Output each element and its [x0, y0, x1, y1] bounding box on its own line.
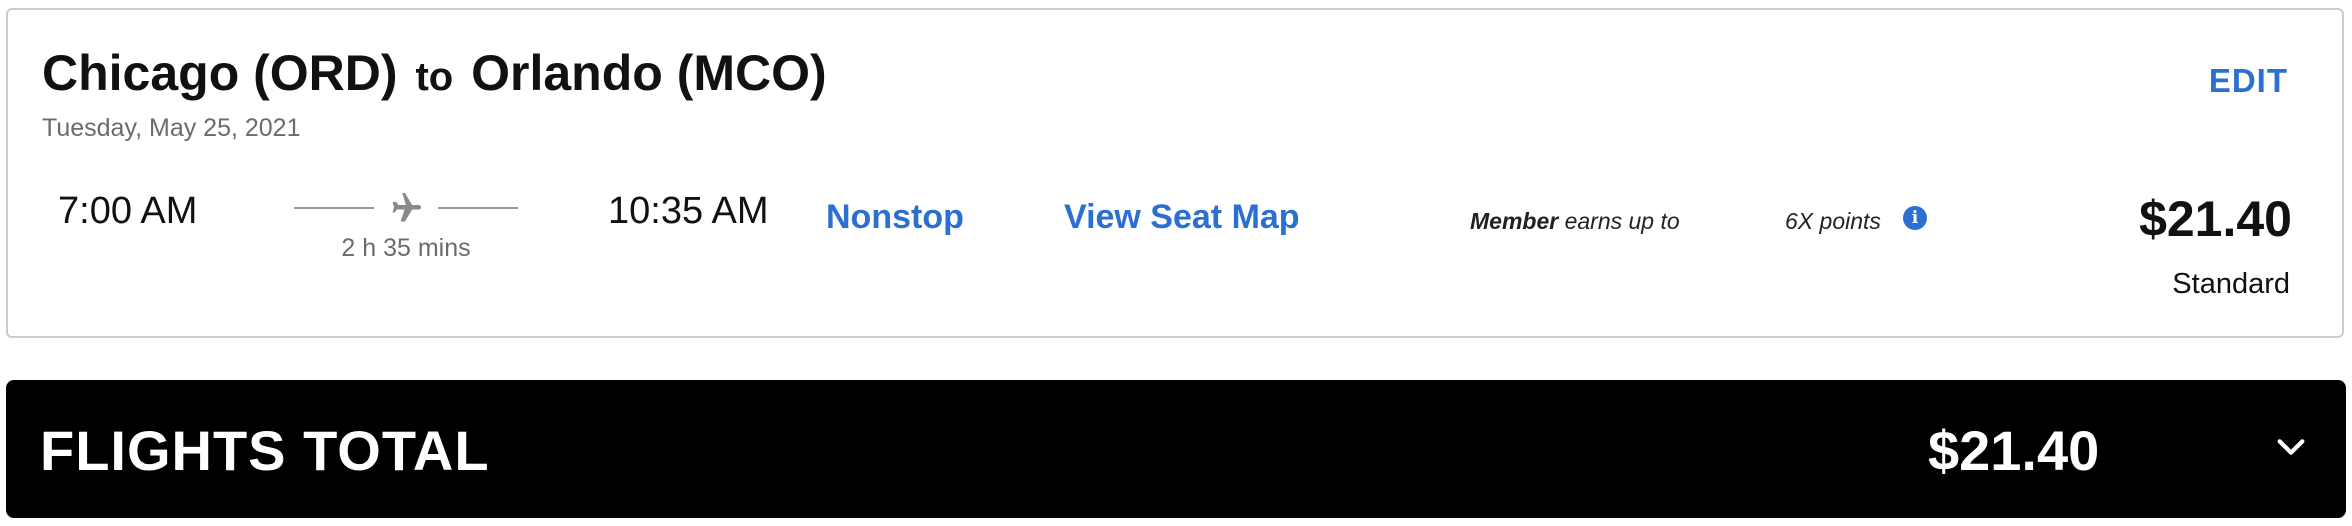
flights-total-price: $21.40	[1928, 419, 2100, 482]
arrival-time: 10:35 AM	[608, 190, 769, 232]
duration-line-left	[294, 207, 374, 209]
flight-duration: 2 h 35 mins	[341, 234, 471, 262]
member-earnings-text: Member earns up to	[1470, 208, 1680, 235]
airplane-icon	[392, 193, 421, 222]
departure-time: 7:00 AM	[58, 190, 198, 232]
destination-city: Orlando (MCO)	[471, 45, 827, 101]
info-icon[interactable]: i	[1903, 206, 1927, 230]
member-earns-label: earns up to	[1558, 208, 1680, 234]
route-connector: to	[415, 55, 454, 99]
nonstop-link[interactable]: Nonstop	[826, 198, 964, 237]
edit-button[interactable]: EDIT	[2209, 62, 2288, 100]
flight-card: Chicago (ORD) to Orlando (MCO) Tuesday, …	[6, 8, 2344, 338]
points-label: 6X points	[1785, 208, 1881, 234]
flights-total-label: FLIGHTS TOTAL	[40, 419, 490, 482]
flight-date: Tuesday, May 25, 2021	[42, 114, 301, 142]
flights-total-bar[interactable]: FLIGHTS TOTAL $21.40	[6, 380, 2346, 518]
route-title: Chicago (ORD) to Orlando (MCO)	[42, 48, 827, 98]
fare-class: Standard	[2172, 268, 2290, 300]
member-label: Member	[1470, 208, 1559, 234]
duration-line-right	[438, 207, 518, 209]
view-seat-map-link[interactable]: View Seat Map	[1064, 198, 1300, 237]
page: Chicago (ORD) to Orlando (MCO) Tuesday, …	[0, 0, 2352, 526]
duration-graphic	[288, 190, 524, 230]
fare-price: $21.40	[2139, 191, 2292, 247]
chevron-down-icon[interactable]	[2274, 430, 2308, 464]
origin-city: Chicago (ORD)	[42, 45, 398, 101]
